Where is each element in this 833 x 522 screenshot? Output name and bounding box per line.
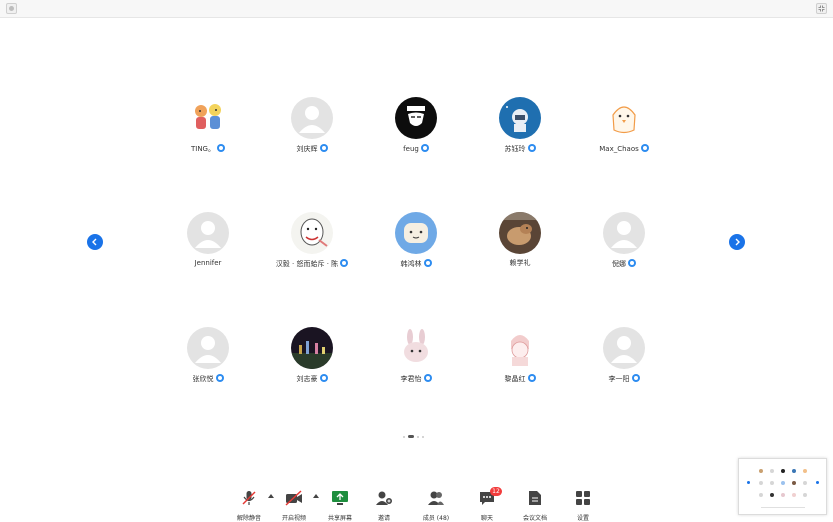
next-page-button[interactable] (729, 234, 745, 250)
avatar (499, 97, 541, 139)
participant-name: Jennifer (194, 259, 222, 267)
exit-fullscreen-icon[interactable] (816, 3, 827, 14)
participant-name: TING。 (190, 145, 215, 153)
participant-name: 倪娜 (612, 260, 626, 268)
settings-label: 设置 (576, 515, 589, 522)
verified-badge-icon (527, 374, 536, 382)
settings-button[interactable]: 设置 (561, 490, 605, 522)
verified-badge-icon (628, 259, 636, 267)
avatar (603, 97, 645, 139)
add-user-icon (376, 491, 392, 505)
settings-grid-icon (576, 491, 590, 505)
default-avatar-icon (187, 327, 229, 369)
participant-name: 张欣悦 (192, 375, 214, 383)
default-avatar-icon (603, 212, 645, 254)
participant-name: Max_Chaos (599, 145, 639, 153)
page-dot[interactable] (403, 435, 405, 438)
participant-name: 刘庆辉 (296, 145, 318, 153)
participants-icon (428, 491, 444, 505)
verified-badge-icon (640, 144, 649, 152)
participant-tile[interactable]: feug (364, 97, 468, 154)
chevron-left-icon (92, 238, 97, 246)
window-menu-icon[interactable] (6, 3, 17, 14)
verified-badge-icon (340, 259, 349, 267)
avatar (187, 97, 229, 139)
document-icon (529, 491, 541, 505)
default-avatar-icon (603, 327, 645, 369)
participant-name: 汉毅 · 怒而蛤斥 · 陈 (275, 260, 339, 268)
start-video-label: 开启视频 (281, 515, 306, 522)
page-dot-active[interactable] (408, 435, 414, 438)
chat-button[interactable]: 12 聊天 (465, 487, 509, 522)
verified-badge-icon (631, 374, 640, 382)
participants-button[interactable]: 成员 (48) (414, 490, 458, 522)
avatar (395, 327, 437, 369)
meeting-toolbar: 解除静音 开启视频 共享屏幕 邀请 成员 (48) 12 聊天 会议文档 设置 (0, 485, 833, 522)
participant-name: 李一阳 (608, 375, 630, 383)
chat-label: 聊天 (480, 515, 493, 522)
verified-badge-icon (420, 144, 429, 152)
invite-label: 邀请 (377, 515, 390, 522)
participant-tile[interactable]: 刘志豪 (260, 327, 364, 384)
chat-unread-badge: 12 (490, 487, 502, 496)
participant-tile[interactable]: 李君怡 (364, 327, 468, 384)
verified-badge-icon (423, 374, 432, 382)
prev-page-button[interactable] (87, 234, 103, 250)
avatar (291, 327, 333, 369)
docs-label: 会议文档 (522, 515, 547, 522)
participant-name: 赖学礼 (509, 259, 531, 267)
participant-tile[interactable]: 黎晶红 (468, 327, 572, 384)
verified-badge-icon (423, 259, 432, 267)
participant-tile[interactable]: 刘庆辉 (260, 97, 364, 154)
chevron-right-icon (735, 238, 740, 246)
participant-tile[interactable]: TING。 (156, 97, 260, 154)
avatar (499, 212, 541, 254)
verified-badge-icon (319, 144, 328, 152)
participant-tile[interactable]: 汉毅 · 怒而蛤斥 · 陈 (260, 212, 364, 269)
participant-name: feug (403, 145, 419, 153)
participant-tile[interactable]: 韩鸿林 (364, 212, 468, 269)
participants-label: 成员 (48) (422, 515, 450, 522)
avatar (395, 212, 437, 254)
participant-name: 苏钰玲 (504, 145, 526, 153)
participant-tile[interactable]: 张欣悦 (156, 327, 260, 384)
invite-button[interactable]: 邀请 (362, 490, 406, 522)
verified-badge-icon (319, 374, 328, 382)
verified-badge-icon (217, 144, 225, 152)
participant-tile[interactable]: 苏钰玲 (468, 97, 572, 154)
participant-tile[interactable]: 倪娜 (572, 212, 676, 269)
participant-tile[interactable]: 李一阳 (572, 327, 676, 384)
participant-tile[interactable]: Max_Chaos (572, 97, 676, 154)
share-screen-button[interactable]: 共享屏幕 (318, 490, 362, 522)
participant-name: 李君怡 (400, 375, 422, 383)
participant-name: 黎晶红 (504, 375, 526, 383)
video-off-icon (285, 490, 302, 506)
start-video-button[interactable]: 开启视频 (272, 490, 316, 522)
avatar (395, 97, 437, 139)
verified-badge-icon (527, 144, 536, 152)
gallery-minimap[interactable] (738, 458, 827, 515)
page-dot[interactable] (417, 435, 419, 438)
window-topbar (0, 0, 833, 18)
avatar (291, 212, 333, 254)
docs-button[interactable]: 会议文档 (513, 490, 557, 522)
share-screen-label: 共享屏幕 (327, 515, 352, 522)
verified-badge-icon (215, 374, 224, 382)
participant-tile[interactable]: 赖学礼 (468, 212, 572, 268)
participant-tile[interactable]: Jennifer (156, 212, 260, 268)
participant-name: 刘志豪 (296, 375, 318, 383)
page-dot[interactable] (422, 435, 424, 438)
unmute-button[interactable]: 解除静音 (227, 490, 271, 522)
mic-muted-icon (242, 491, 256, 505)
participant-name: 韩鸿林 (400, 260, 422, 268)
default-avatar-icon (187, 212, 229, 254)
avatar (499, 327, 541, 369)
page-indicator[interactable] (403, 426, 427, 438)
unmute-label: 解除静音 (236, 515, 261, 522)
share-screen-icon (332, 491, 348, 505)
default-avatar-icon (291, 97, 333, 139)
